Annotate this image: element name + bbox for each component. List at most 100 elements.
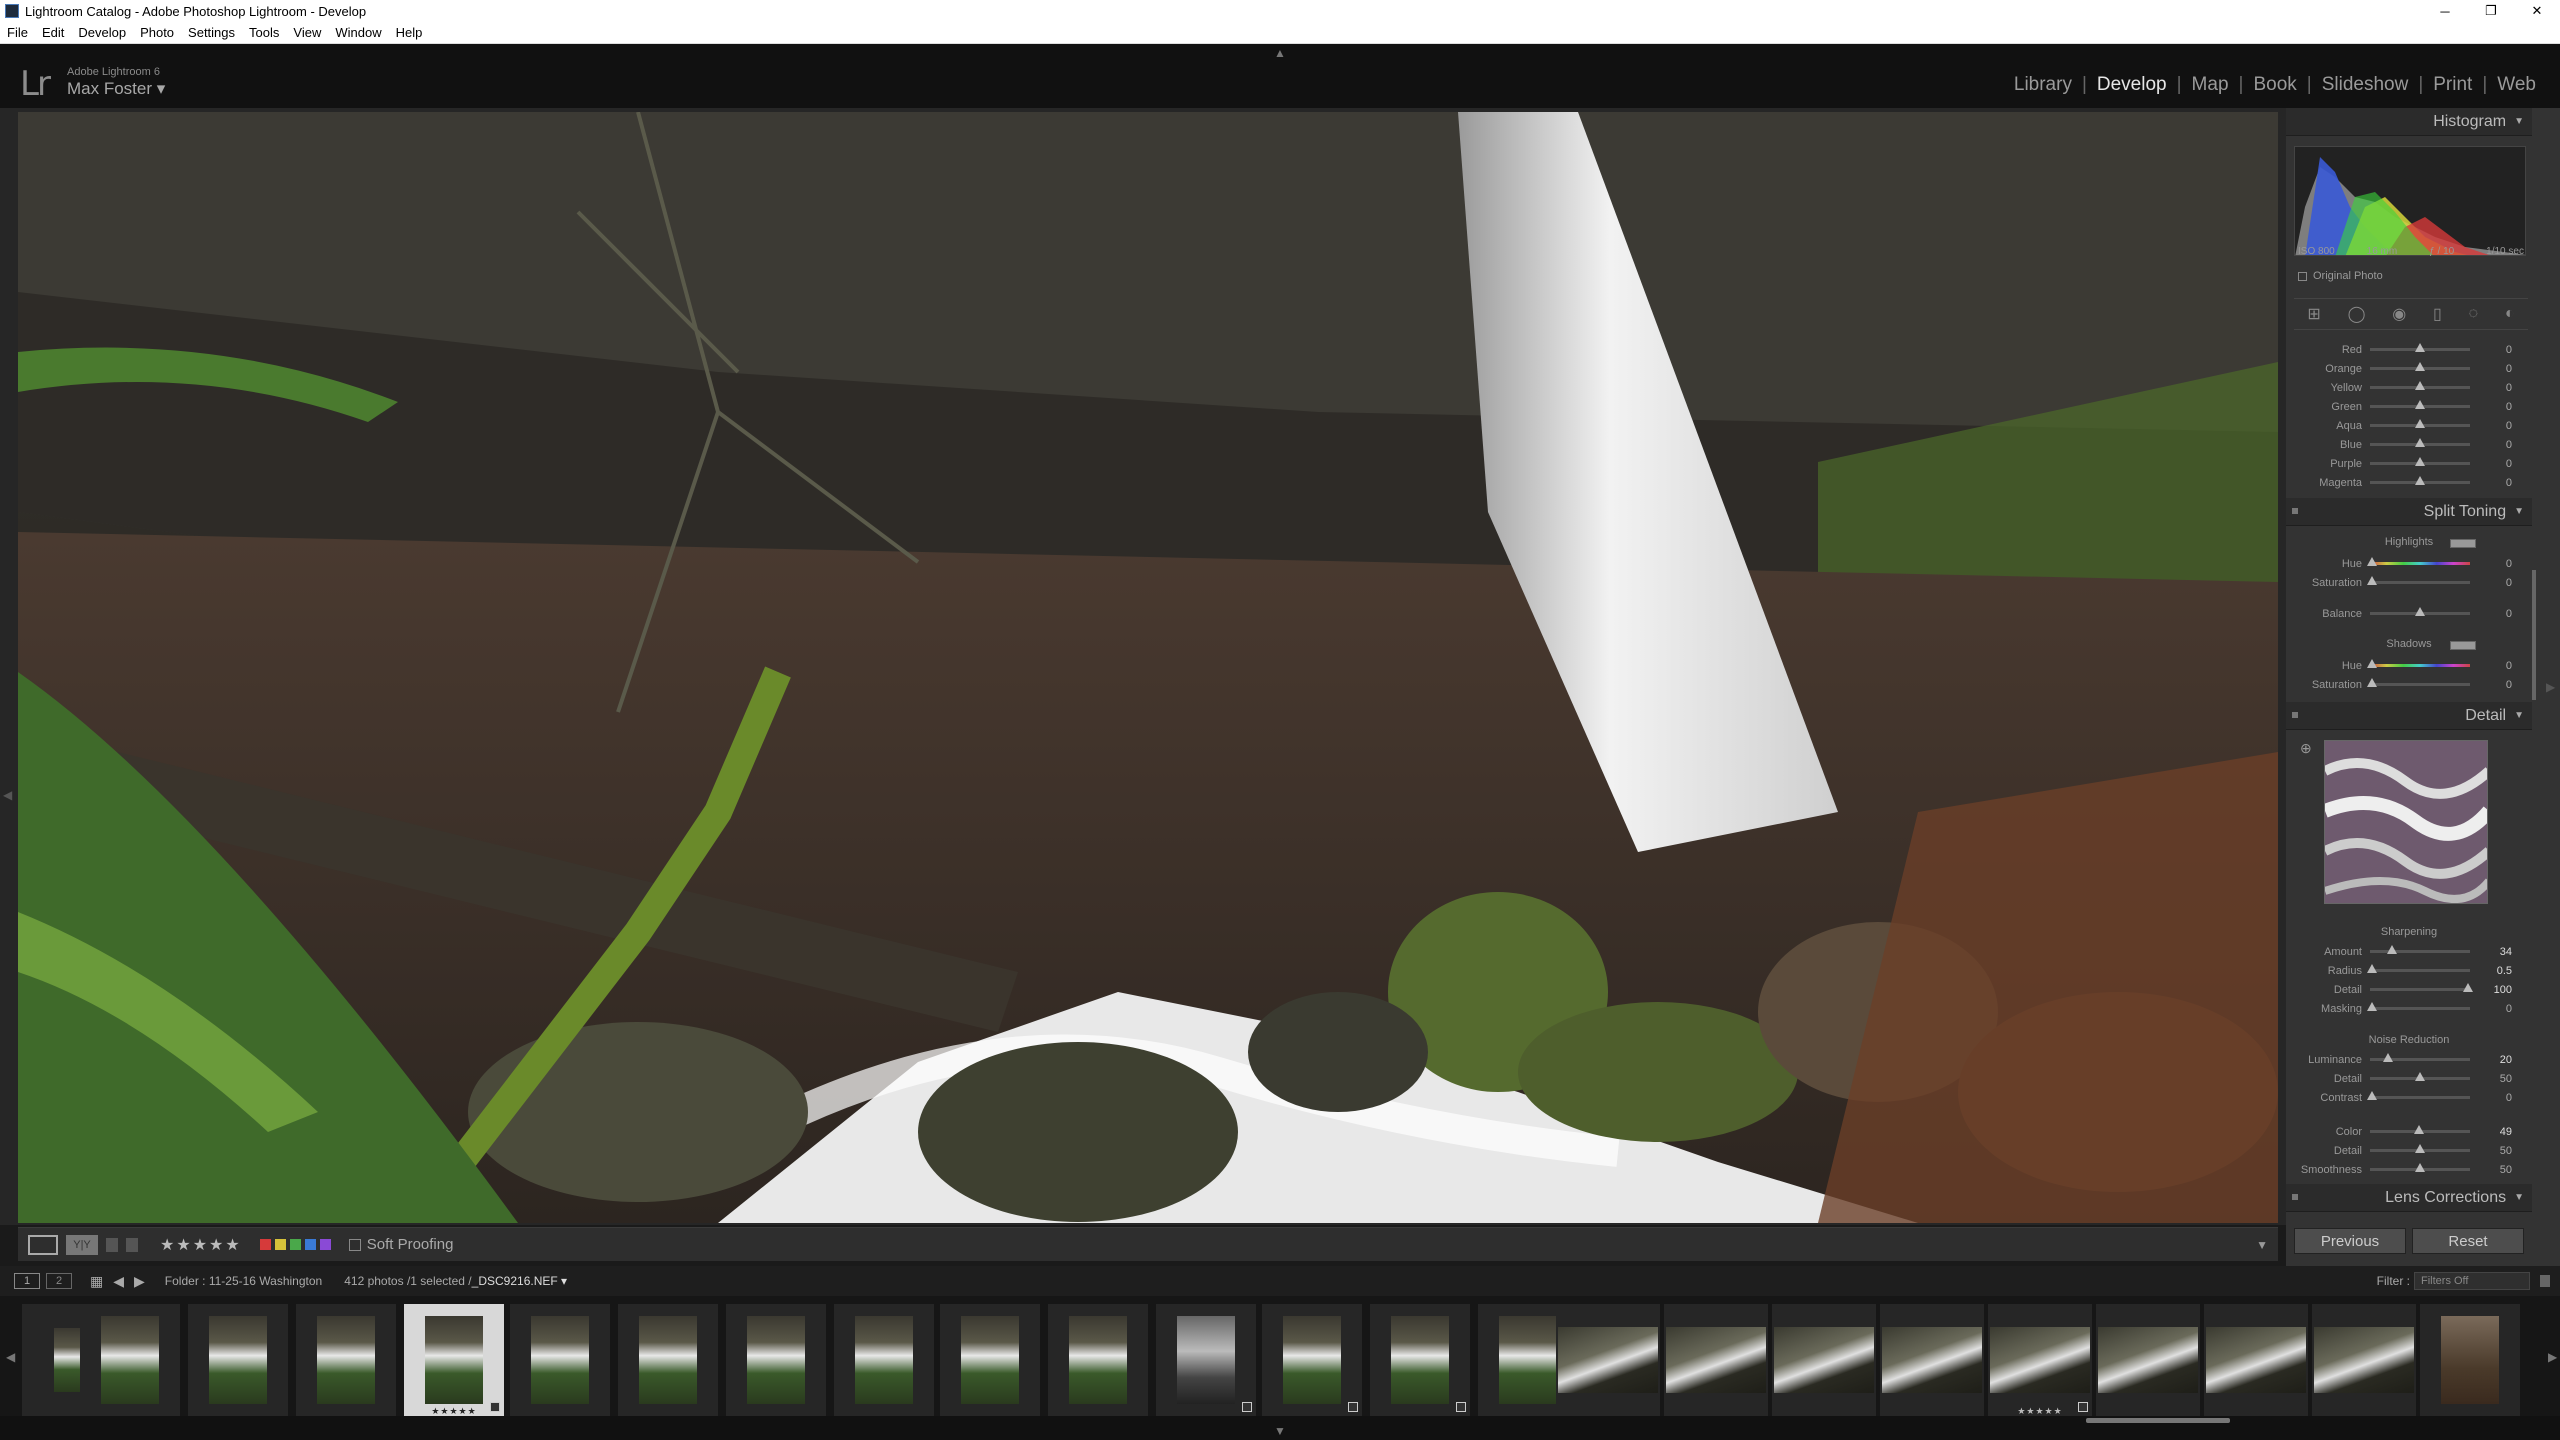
slider-track[interactable]: [2370, 381, 2470, 390]
filmstrip-right-icon[interactable]: ▶: [2548, 1350, 2557, 1364]
highlights-color-swatch[interactable]: [2450, 539, 2476, 548]
slider-value[interactable]: 20: [2470, 1054, 2518, 1066]
detail-panel-header[interactable]: Detail ▼: [2286, 702, 2532, 730]
menu-help[interactable]: Help: [389, 25, 430, 40]
slider-value[interactable]: 0: [2470, 1092, 2518, 1104]
slider-knob[interactable]: [2415, 607, 2425, 616]
slider-value[interactable]: 0: [2470, 577, 2518, 589]
filmstrip-thumbnail[interactable]: [618, 1304, 718, 1416]
highlights-saturation[interactable]: Saturation 0: [2286, 573, 2532, 592]
nr-luminance[interactable]: Luminance 20: [2286, 1050, 2532, 1069]
sharpening-detail[interactable]: Detail 100: [2286, 980, 2532, 999]
slider-value[interactable]: 0: [2470, 660, 2518, 672]
slider-knob[interactable]: [2415, 400, 2425, 409]
slider-value[interactable]: 49: [2470, 1126, 2518, 1138]
filmstrip-thumbnail[interactable]: [80, 1304, 180, 1416]
detail-preview[interactable]: [2324, 740, 2488, 904]
slider-track[interactable]: [2370, 400, 2470, 409]
hsl-value[interactable]: 0: [2470, 477, 2518, 489]
nr-color[interactable]: Color 49: [2286, 1122, 2532, 1141]
adjustment-brush-icon[interactable]: ◐: [2505, 305, 2515, 323]
nr-color-detail[interactable]: Detail 50: [2286, 1141, 2532, 1160]
shadows-color-swatch[interactable]: [2450, 641, 2476, 650]
radial-filter-icon[interactable]: ◌: [2469, 305, 2479, 323]
secondary-monitor-button[interactable]: 2: [46, 1273, 72, 1289]
module-web[interactable]: Web: [2487, 74, 2546, 96]
minimize-button[interactable]: ─: [2422, 0, 2468, 22]
histogram-graph[interactable]: [2294, 146, 2526, 256]
module-book[interactable]: Book: [2243, 74, 2306, 96]
panel-switch-icon[interactable]: [2292, 1194, 2298, 1200]
flag-reject-icon[interactable]: [126, 1237, 138, 1252]
collapse-triangle-icon[interactable]: ▼: [2514, 1192, 2524, 1203]
reset-button[interactable]: Reset: [2412, 1228, 2524, 1254]
sharpening-masking[interactable]: Masking 0: [2286, 999, 2532, 1018]
slider-track[interactable]: [2370, 983, 2473, 992]
previous-button[interactable]: Previous: [2294, 1228, 2406, 1254]
slider-knob[interactable]: [2367, 557, 2377, 566]
flag-pick-icon[interactable]: [106, 1237, 118, 1252]
menu-settings[interactable]: Settings: [181, 25, 242, 40]
original-photo-checkbox[interactable]: [2298, 271, 2307, 281]
module-print[interactable]: Print: [2423, 74, 2482, 96]
star-rating[interactable]: ★★★★★: [160, 1235, 242, 1255]
module-slideshow[interactable]: Slideshow: [2312, 74, 2419, 96]
filmstrip-thumbnail[interactable]: [726, 1304, 826, 1416]
slider-value[interactable]: 0: [2470, 1003, 2518, 1015]
shadows-hue[interactable]: Hue 0: [2286, 656, 2532, 675]
detail-zoom-target-icon[interactable]: ⊕: [2300, 740, 2312, 757]
filmstrip-scrollbar[interactable]: [2086, 1418, 2230, 1423]
slider-knob[interactable]: [2463, 983, 2473, 992]
nr-luminance-detail[interactable]: Detail 50: [2286, 1069, 2532, 1088]
hsl-red[interactable]: Red 0: [2286, 340, 2532, 359]
right-panel-toggle-icon[interactable]: ▶: [2546, 680, 2555, 694]
filmstrip-left-icon[interactable]: ◀: [6, 1350, 15, 1364]
panel-switch-icon[interactable]: [2292, 712, 2298, 718]
menu-window[interactable]: Window: [328, 25, 388, 40]
slider-value[interactable]: 100: [2470, 984, 2518, 996]
slider-track[interactable]: [2367, 557, 2470, 566]
slider-knob[interactable]: [2415, 419, 2425, 428]
slider-track[interactable]: [2370, 457, 2470, 466]
primary-monitor-button[interactable]: 1: [14, 1273, 40, 1289]
slider-value[interactable]: 50: [2470, 1164, 2518, 1176]
filmstrip-thumbnail[interactable]: [2312, 1304, 2416, 1416]
filmstrip-thumbnail[interactable]: ★★★★★: [1988, 1304, 2092, 1416]
shadows-saturation[interactable]: Saturation 0: [2286, 675, 2532, 694]
close-button[interactable]: ✕: [2514, 0, 2560, 22]
slider-value[interactable]: 0: [2470, 558, 2518, 570]
identity-plate-user[interactable]: Max Foster ▾: [67, 79, 165, 99]
slider-knob[interactable]: [2367, 1002, 2377, 1011]
filmstrip-thumbnail[interactable]: [1262, 1304, 1362, 1416]
filmstrip-thumbnail[interactable]: [940, 1304, 1040, 1416]
panel-switch-icon[interactable]: [2292, 508, 2298, 514]
hsl-value[interactable]: 0: [2470, 458, 2518, 470]
sharpening-amount[interactable]: Amount 34: [2286, 942, 2532, 961]
back-arrow-icon[interactable]: ◀: [113, 1273, 124, 1290]
slider-track[interactable]: [2370, 1144, 2470, 1153]
hsl-yellow[interactable]: Yellow 0: [2286, 378, 2532, 397]
collapse-triangle-icon[interactable]: ▼: [2514, 116, 2524, 127]
slider-knob[interactable]: [2415, 1072, 2425, 1081]
filmstrip-thumbnail[interactable]: [1370, 1304, 1470, 1416]
slider-value[interactable]: 0.5: [2470, 965, 2518, 977]
slider-value[interactable]: 0: [2470, 608, 2518, 620]
menu-photo[interactable]: Photo: [133, 25, 181, 40]
filmstrip-thumbnail[interactable]: ★★★★★: [404, 1304, 504, 1416]
menu-tools[interactable]: Tools: [242, 25, 286, 40]
slider-track[interactable]: [2367, 1091, 2470, 1100]
hsl-value[interactable]: 0: [2470, 382, 2518, 394]
color-label-yellow[interactable]: [274, 1239, 286, 1250]
split-toning-panel-header[interactable]: Split Toning ▼: [2286, 498, 2532, 526]
hsl-purple[interactable]: Purple 0: [2286, 454, 2532, 473]
module-develop[interactable]: Develop: [2087, 74, 2177, 96]
lens-corrections-panel-header[interactable]: Lens Corrections ▼: [2286, 1184, 2532, 1212]
collapse-triangle-icon[interactable]: ▼: [2514, 710, 2524, 721]
filmstrip-thumbnail[interactable]: [1664, 1304, 1768, 1416]
filmstrip-thumbnail[interactable]: [1880, 1304, 1984, 1416]
split-balance[interactable]: Balance 0: [2286, 604, 2532, 623]
slider-knob[interactable]: [2387, 945, 2397, 954]
before-after-button[interactable]: Y|Y: [66, 1234, 98, 1255]
red-eye-icon[interactable]: ◉: [2392, 304, 2406, 324]
slider-track[interactable]: [2370, 343, 2470, 352]
